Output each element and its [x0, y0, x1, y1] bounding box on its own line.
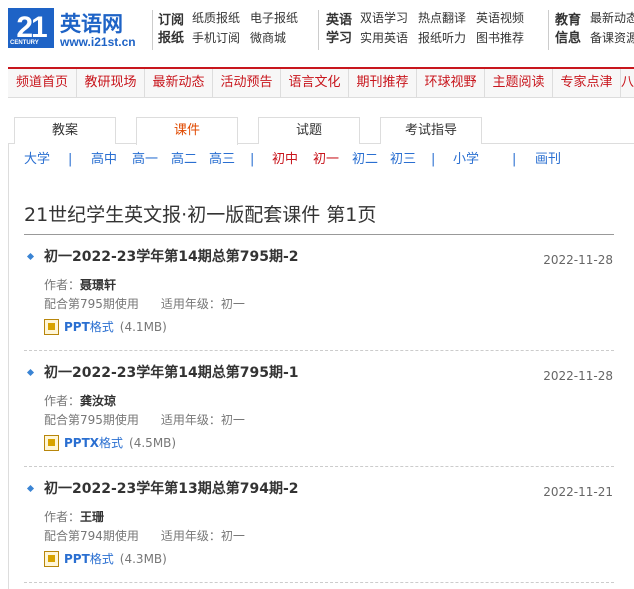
channel-nav-item[interactable]: 专家点津	[553, 69, 621, 97]
entry-divider	[24, 582, 614, 583]
channel-nav: 频道首页 教研现场 最新动态 活动预告 语言文化 期刊推荐 环球视野 主题阅读 …	[8, 67, 634, 98]
header-link[interactable]: 最新动态	[590, 11, 634, 25]
filter-gaozhong[interactable]: 高中	[91, 151, 117, 169]
entry-author: 作者：龚汝琼	[44, 394, 117, 408]
header-group-label-edu: 教育信息	[555, 13, 582, 46]
tab-jiaoan[interactable]: 教案	[14, 117, 116, 144]
filter-separator: |	[431, 152, 436, 167]
entry-divider	[24, 466, 614, 467]
header-link[interactable]: 电子报纸	[250, 11, 298, 25]
header-links-subscribe: 纸质报纸 电子报纸 手机订阅 微商城	[192, 11, 298, 45]
entry-meta: 配合第794期使用 适用年级：初一	[44, 529, 245, 543]
entry-date: 2022-11-28	[543, 253, 613, 267]
file-icon	[44, 318, 59, 335]
file-icon	[44, 434, 59, 451]
entry-title[interactable]: 初一2022-23学年第13期总第794期-2	[44, 478, 299, 498]
filter-gao2[interactable]: 高二	[171, 151, 197, 169]
entry-download[interactable]: PPT格式 (4.1MB)	[44, 318, 167, 335]
channel-nav-item[interactable]: 八	[621, 69, 634, 97]
header-link[interactable]: 手机订阅	[192, 31, 240, 45]
tab-shiti[interactable]: 试题	[258, 117, 360, 144]
file-format-link[interactable]: PPT格式	[64, 318, 114, 335]
channel-nav-item[interactable]: 活动预告	[213, 69, 281, 97]
header-divider	[152, 10, 153, 50]
filter-separator: |	[250, 152, 255, 167]
channel-nav-item[interactable]: 语言文化	[281, 69, 349, 97]
header-link[interactable]: 报纸听力	[418, 31, 466, 45]
entry-download[interactable]: PPTX格式 (4.5MB)	[44, 434, 176, 451]
logo-brand: 英语网	[60, 12, 123, 36]
header-link[interactable]: 图书推荐	[476, 31, 524, 45]
header-link[interactable]: 双语学习	[360, 11, 408, 25]
filter-huakan[interactable]: 画刊	[535, 151, 561, 169]
file-size: (4.5MB)	[129, 435, 177, 450]
entry-author: 作者：聂璟轩	[44, 278, 117, 292]
entry-divider	[24, 350, 614, 351]
filter-separator: |	[512, 152, 517, 167]
logo-century: CENTURY	[10, 40, 39, 46]
filter-chu2[interactable]: 初二	[352, 151, 378, 169]
filter-separator: |	[68, 152, 73, 167]
tab-kaoshi[interactable]: 考试指导	[380, 117, 482, 144]
page-title: 21世纪学生英文报·初一版配套课件 第1页	[24, 204, 377, 226]
header-link[interactable]: 实用英语	[360, 31, 408, 45]
header-link[interactable]: 备课资源	[590, 31, 634, 45]
file-format-link[interactable]: PPT格式	[64, 550, 114, 567]
filter-chu3[interactable]: 初三	[390, 151, 416, 169]
header-link[interactable]: 英语视频	[476, 11, 524, 25]
entry-meta: 配合第795期使用 适用年级：初一	[44, 413, 245, 427]
file-size: (4.1MB)	[119, 319, 167, 334]
entry-date: 2022-11-21	[543, 485, 613, 499]
file-size: (4.3MB)	[119, 551, 167, 566]
filter-chuzhong[interactable]: 初中	[272, 151, 298, 169]
entry-download[interactable]: PPT格式 (4.3MB)	[44, 550, 167, 567]
header-group-label-subscribe: 订阅报纸	[158, 13, 185, 46]
site-header: 21 CENTURY 英语网 www.i21st.cn 订阅报纸 纸质报纸 电子…	[0, 0, 634, 62]
header-link[interactable]: 纸质报纸	[192, 11, 240, 25]
filter-daxue[interactable]: 大学	[24, 151, 50, 169]
entry-date: 2022-11-28	[543, 369, 613, 383]
channel-nav-item[interactable]: 频道首页	[8, 69, 77, 97]
channel-nav-item[interactable]: 教研现场	[77, 69, 145, 97]
header-group-label-learn: 英语学习	[326, 13, 353, 46]
entry-title[interactable]: 初一2022-23学年第14期总第795期-2	[44, 246, 299, 266]
site-logo[interactable]: 21 CENTURY 英语网 www.i21st.cn	[8, 8, 148, 50]
channel-nav-item[interactable]: 环球视野	[417, 69, 485, 97]
header-divider	[548, 10, 549, 50]
file-icon	[44, 550, 59, 567]
filter-xiaoxue[interactable]: 小学	[453, 151, 479, 169]
entry-author: 作者：王珊	[44, 510, 105, 524]
title-divider	[24, 234, 614, 235]
tab-kejian[interactable]: 课件	[136, 117, 238, 145]
filter-gao1[interactable]: 高一	[132, 151, 158, 169]
channel-nav-item[interactable]: 期刊推荐	[349, 69, 417, 97]
header-links-learn: 双语学习 热点翻译 英语视频 实用英语 报纸听力 图书推荐	[360, 11, 524, 45]
entry-meta: 配合第795期使用 适用年级：初一	[44, 297, 245, 311]
header-link[interactable]: 热点翻译	[418, 11, 466, 25]
filter-chu1[interactable]: 初一	[313, 151, 339, 169]
entry-title[interactable]: 初一2022-23学年第14期总第795期-1	[44, 362, 299, 382]
header-links-edu: 最新动态 备课资源	[590, 11, 634, 45]
file-format-link[interactable]: PPTX格式	[64, 434, 123, 451]
header-divider	[318, 10, 319, 50]
channel-nav-item[interactable]: 最新动态	[145, 69, 213, 97]
logo-url: www.i21st.cn	[60, 35, 136, 49]
channel-nav-item[interactable]: 主题阅读	[485, 69, 553, 97]
header-link[interactable]: 微商城	[250, 31, 298, 45]
filter-gao3[interactable]: 高三	[209, 151, 235, 169]
